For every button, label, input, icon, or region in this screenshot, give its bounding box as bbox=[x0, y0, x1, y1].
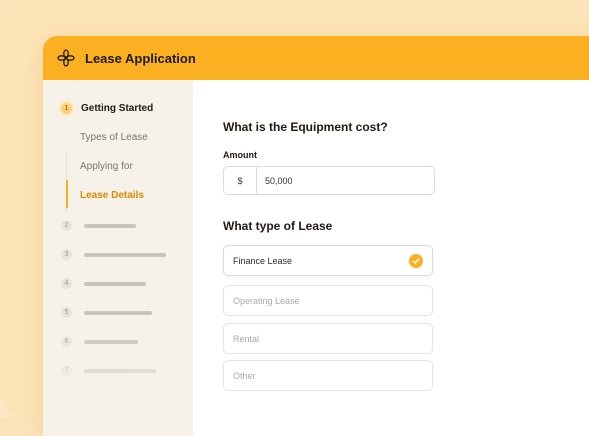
step-3[interactable]: 3 bbox=[61, 249, 166, 260]
app-window: Lease Application 1 Getting Started Type… bbox=[43, 36, 589, 436]
amount-label: Amount bbox=[223, 150, 257, 160]
substep-lease-details[interactable]: Lease Details bbox=[80, 190, 144, 201]
step-placeholder-bar bbox=[84, 368, 156, 373]
step-1[interactable]: 1 Getting Started bbox=[61, 103, 153, 114]
app-title: Lease Application bbox=[85, 50, 196, 66]
lease-option-label: Rental bbox=[233, 333, 260, 344]
step-placeholder-bar bbox=[84, 310, 152, 315]
cost-question: What is the Equipment cost? bbox=[223, 120, 388, 134]
step-5[interactable]: 5 bbox=[61, 307, 152, 318]
amount-value[interactable]: 50,000 bbox=[257, 167, 293, 194]
lease-option-finance[interactable]: Finance Lease bbox=[223, 245, 433, 276]
lease-option-label: Other bbox=[233, 370, 256, 381]
substep-types-of-lease[interactable]: Types of Lease bbox=[80, 132, 148, 143]
check-icon bbox=[409, 253, 423, 268]
step-6[interactable]: 6 bbox=[61, 336, 138, 347]
lease-option-rental[interactable]: Rental bbox=[223, 323, 433, 354]
step-number: 2 bbox=[61, 220, 72, 231]
step-number: 6 bbox=[61, 336, 72, 347]
steps-sidebar: 1 Getting Started Types of Lease Applyin… bbox=[43, 80, 193, 436]
form-panel: What is the Equipment cost? Amount $ 50,… bbox=[193, 80, 589, 436]
step-4[interactable]: 4 bbox=[61, 278, 146, 289]
app-header: Lease Application bbox=[43, 36, 589, 80]
lease-option-label: Finance Lease bbox=[233, 255, 293, 266]
lease-option-other[interactable]: Other bbox=[223, 360, 433, 391]
amount-input[interactable]: $ 50,000 bbox=[223, 166, 435, 195]
step-placeholder-bar bbox=[84, 281, 146, 286]
lease-type-question: What type of Lease bbox=[223, 219, 333, 233]
substep-applying-for[interactable]: Applying for bbox=[80, 161, 133, 172]
step-placeholder-bar bbox=[84, 223, 136, 228]
active-substep-indicator bbox=[66, 180, 68, 208]
lease-option-operating[interactable]: Operating Lease bbox=[223, 285, 433, 316]
app-body: 1 Getting Started Types of Lease Applyin… bbox=[43, 80, 589, 436]
lease-option-label: Operating Lease bbox=[233, 295, 300, 306]
step-2[interactable]: 2 bbox=[61, 220, 136, 231]
step-number: 3 bbox=[61, 249, 72, 260]
step-number: 4 bbox=[61, 278, 72, 289]
step-number: 7 bbox=[61, 365, 72, 376]
step-placeholder-bar bbox=[84, 339, 138, 344]
asterisk-flower-icon bbox=[57, 49, 75, 67]
step-placeholder-bar bbox=[84, 252, 166, 257]
currency-symbol: $ bbox=[224, 167, 257, 194]
step-7[interactable]: 7 bbox=[61, 365, 156, 376]
step-number: 1 bbox=[61, 103, 72, 114]
step-label: Getting Started bbox=[81, 103, 154, 114]
step-number: 5 bbox=[61, 307, 72, 318]
